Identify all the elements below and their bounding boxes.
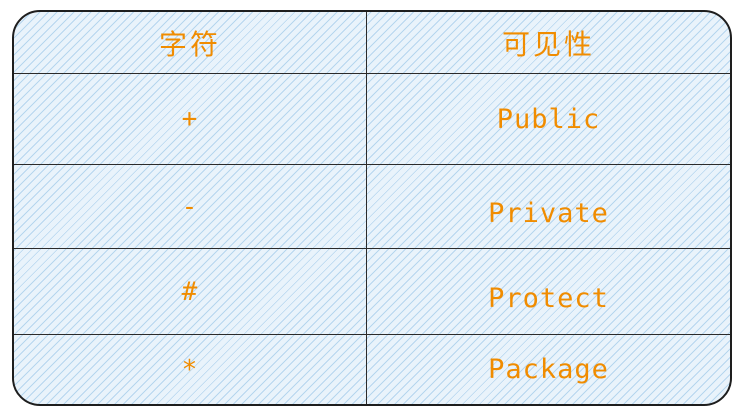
visibility-table: 字符 可见性 + Public - Private # Protect * Pa… [12, 10, 732, 406]
row-4-visibility: Package [488, 354, 609, 385]
row-1-symbol: + [14, 74, 367, 165]
header-symbol: 字符 [14, 12, 367, 74]
row-4-symbol: * [14, 335, 367, 404]
row-3-visibility: Protect [367, 249, 730, 335]
row-1-visibility: Public [367, 74, 730, 165]
header-visibility: 可见性 [367, 12, 730, 74]
table-grid: 字符 可见性 + Public - Private # Protect * Pa… [14, 12, 730, 404]
row-2-visibility: Private [367, 165, 730, 249]
row-3-symbol: # [14, 249, 367, 335]
row-2-symbol: - [14, 165, 367, 249]
